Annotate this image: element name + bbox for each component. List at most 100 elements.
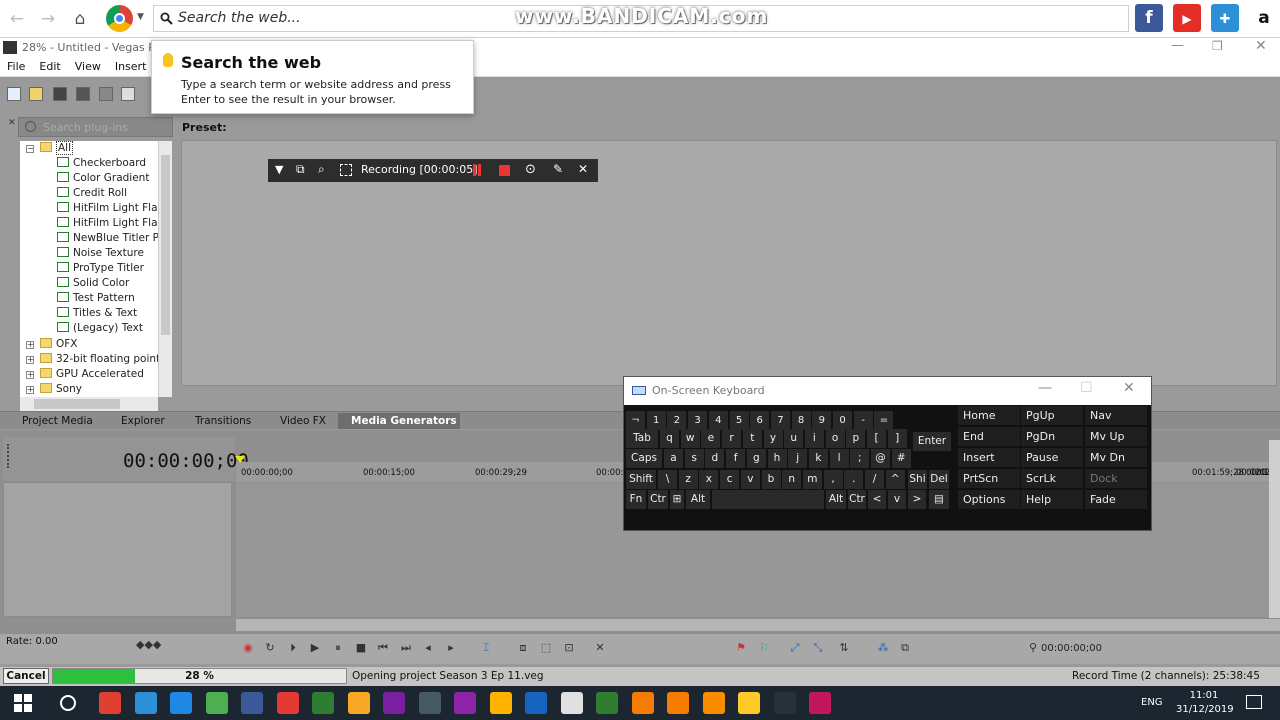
tree-folder[interactable]: + OFX — [26, 337, 78, 352]
menu-key-icon[interactable]: ▤ — [929, 490, 949, 509]
osk-key-shift-right[interactable]: Shi — [908, 470, 927, 489]
app-icon[interactable] — [205, 692, 228, 714]
track-list[interactable] — [3, 482, 232, 617]
ripple-edit-icon[interactable]: ⇅ — [836, 641, 852, 655]
osk-key[interactable]: 7 — [770, 411, 790, 430]
osk-key-delete[interactable]: Del — [929, 470, 949, 489]
zoom-tool-icon[interactable]: ⊡ — [561, 641, 577, 655]
osk-key[interactable]: q — [660, 429, 679, 448]
lock-envelope-icon[interactable]: ⁂ — [875, 641, 891, 655]
osk-key[interactable]: n — [782, 470, 802, 489]
osk-key[interactable]: 4 — [708, 411, 728, 430]
osk-key[interactable]: . — [844, 470, 864, 489]
zoom-icon[interactable]: ⌕ — [318, 162, 325, 177]
osk-key[interactable]: a — [664, 449, 683, 468]
app-icon[interactable] — [418, 692, 441, 714]
go-to-end-icon[interactable]: ⏭ — [398, 641, 414, 655]
auto-crossfade-icon[interactable]: ⤡ — [810, 641, 826, 655]
osk-key-ctrl-right[interactable]: Ctr — [848, 490, 866, 509]
restore-icon[interactable]: ❐ — [1212, 39, 1223, 53]
osk-key[interactable]: 8 — [791, 411, 811, 430]
osk-key[interactable]: h — [767, 449, 787, 468]
render-icon[interactable] — [99, 87, 113, 101]
stop-icon[interactable] — [499, 165, 510, 176]
osk-key[interactable]: d — [705, 449, 725, 468]
tree-folder[interactable]: + Sony — [26, 382, 82, 397]
app-icon[interactable] — [596, 692, 618, 714]
osk-key[interactable]: m — [802, 470, 822, 489]
osk-key[interactable]: 2 — [667, 411, 687, 430]
envelope-tool-icon[interactable]: ⧈ — [515, 641, 531, 655]
osk-nav-key[interactable]: PrtScn — [958, 469, 1020, 488]
forward-icon[interactable]: → — [37, 8, 59, 30]
tree-folder-all[interactable]: − All — [26, 141, 74, 156]
osk-key[interactable]: p — [846, 429, 866, 448]
youtube-icon[interactable]: ▶ — [1173, 4, 1201, 32]
osk-key-fn[interactable]: Fn — [626, 490, 646, 509]
playhead-marker[interactable] — [235, 456, 245, 463]
tree-item[interactable]: ProType Titler — [57, 261, 144, 276]
tab-project-media[interactable]: Project Media — [14, 413, 101, 429]
app-icon[interactable] — [702, 692, 725, 714]
app-icon[interactable] — [809, 692, 831, 714]
tree-item[interactable]: Noise Texture — [57, 246, 144, 261]
close-icon[interactable]: ✕ — [578, 162, 588, 176]
menu-insert[interactable]: Insert — [115, 60, 147, 73]
osk-key[interactable]: 6 — [750, 411, 770, 430]
dropdown-icon[interactable]: ▼ — [275, 163, 283, 176]
tree-item[interactable]: Credit Roll — [57, 186, 127, 201]
cancel-button[interactable]: Cancel — [3, 668, 49, 684]
facebook-icon[interactable]: f — [1135, 4, 1163, 32]
app-icon[interactable] — [667, 692, 689, 714]
osk-nav-key[interactable]: Help — [1021, 490, 1083, 509]
tab-media-generators[interactable]: Media Generators — [338, 413, 460, 429]
prev-frame-icon[interactable]: ◂ — [420, 641, 436, 655]
osk-key-right[interactable]: > — [908, 490, 926, 509]
menu-file[interactable]: File — [7, 60, 25, 73]
osk-key[interactable]: ; — [850, 449, 870, 468]
osk-nav-key[interactable]: Mv Dn — [1085, 448, 1147, 467]
osk-key-left[interactable]: < — [868, 490, 886, 509]
osk-nav-key[interactable]: Insert — [958, 448, 1020, 467]
store-icon[interactable] — [134, 692, 157, 714]
app-icon[interactable] — [241, 692, 263, 714]
home-icon[interactable]: ⌂ — [69, 8, 91, 30]
window-mode-icon[interactable]: ⧉ — [296, 162, 305, 177]
snapping-icon[interactable]: ⤢ — [787, 641, 803, 655]
osk-key[interactable]: \ — [658, 470, 677, 489]
drag-handle[interactable] — [7, 444, 10, 468]
osk-key-space[interactable] — [712, 490, 824, 509]
osk-key[interactable]: @ — [871, 449, 890, 468]
gamepad-icon[interactable]: ✚ — [1211, 4, 1239, 32]
osk-key[interactable]: t — [742, 429, 762, 448]
windows-start-icon[interactable] — [14, 694, 32, 712]
osk-nav-key[interactable]: End — [958, 427, 1020, 446]
pencil-icon[interactable]: ✎ — [553, 162, 563, 176]
rate-slider[interactable]: ◆◆◆ — [136, 638, 161, 651]
tree-item[interactable]: HitFilm Light Flares — [57, 216, 160, 231]
osk-key[interactable]: c — [720, 470, 740, 489]
edit-tool-icon[interactable]: ⌶ — [478, 641, 494, 655]
edge-icon[interactable] — [170, 692, 192, 714]
open-folder-icon[interactable] — [29, 87, 43, 101]
stop-icon[interactable]: ■ — [353, 641, 369, 655]
app-icon[interactable] — [525, 692, 547, 714]
amazon-icon[interactable]: a — [1250, 4, 1278, 32]
osk-nav-key[interactable]: Fade — [1085, 490, 1147, 509]
app-icon[interactable] — [383, 692, 405, 714]
osk-key[interactable]: l — [829, 449, 849, 468]
osk-key[interactable]: 0 — [833, 411, 852, 430]
close-icon[interactable]: ✕ — [1255, 38, 1267, 54]
save-as-icon[interactable] — [76, 87, 90, 101]
delete-icon[interactable]: ✕ — [592, 641, 608, 655]
google-icon[interactable] — [560, 692, 583, 714]
tree-vertical-scrollbar[interactable] — [158, 141, 172, 397]
close-icon[interactable]: ✕ — [1123, 380, 1135, 396]
notification-icon[interactable] — [1246, 695, 1262, 709]
app-icon[interactable] — [347, 692, 370, 714]
osk-key[interactable]: i — [804, 429, 824, 448]
osk-key[interactable]: ¬ — [626, 411, 645, 430]
bandicam-icon[interactable] — [773, 692, 796, 714]
next-frame-icon[interactable]: ▸ — [443, 641, 459, 655]
osk-nav-key[interactable]: Nav — [1085, 406, 1147, 425]
